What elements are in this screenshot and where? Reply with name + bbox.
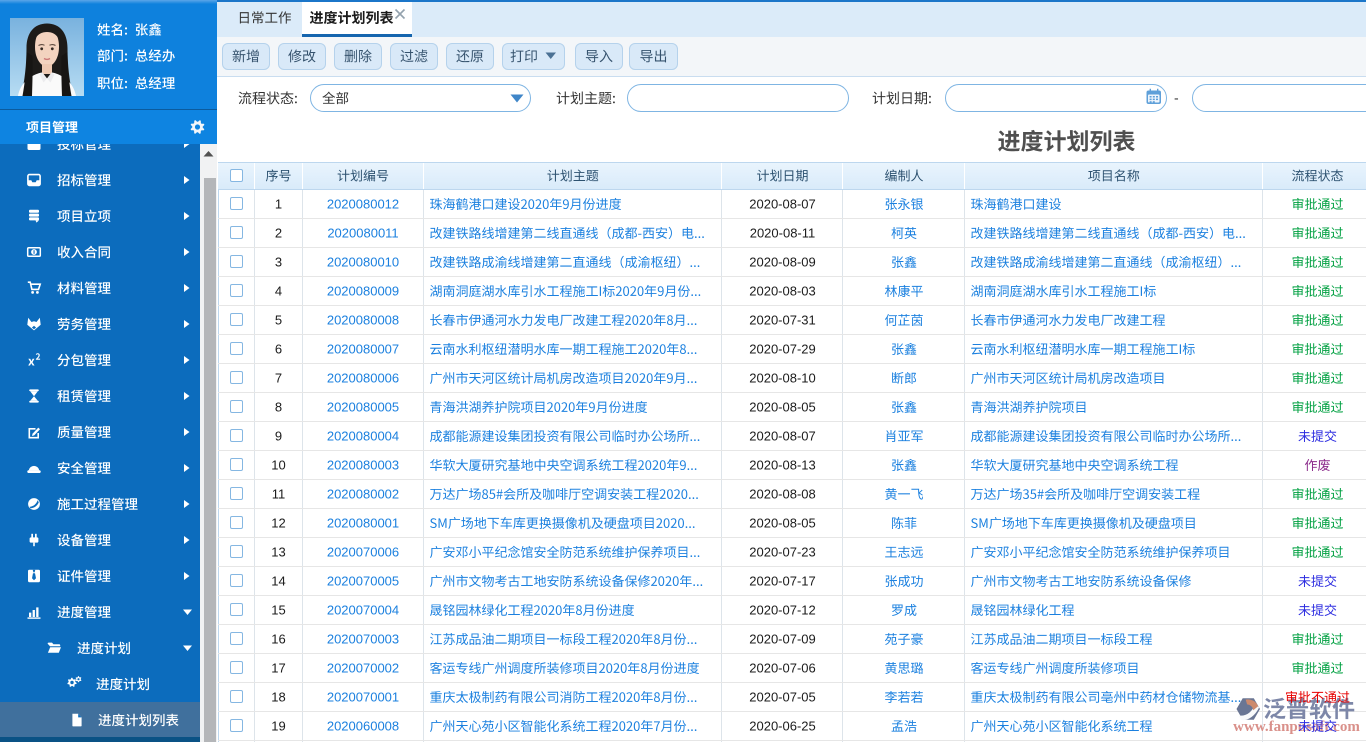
svg-text:9: 9 [275, 429, 282, 444]
svg-text:2020-08-09: 2020-08-09 [749, 255, 816, 270]
svg-text:2020-07-06: 2020-07-06 [749, 661, 816, 676]
svg-text:2020080001: 2020080001 [327, 516, 399, 531]
svg-text:2020080009: 2020080009 [327, 284, 399, 299]
svg-text:15: 15 [271, 603, 285, 618]
svg-text:2020080011: 2020080011 [327, 226, 398, 241]
svg-text:2: 2 [275, 226, 282, 241]
svg-text:5: 5 [275, 313, 282, 328]
svg-text:19: 19 [271, 719, 285, 734]
svg-text:-: - [1174, 90, 1179, 106]
svg-text:2020-07-12: 2020-07-12 [749, 603, 816, 618]
svg-text:2020070005: 2020070005 [327, 574, 399, 589]
svg-text:1: 1 [275, 197, 282, 212]
svg-text:2020-08-11: 2020-08-11 [750, 226, 816, 241]
svg-text:11: 11 [272, 487, 286, 502]
svg-text:17: 17 [271, 661, 285, 676]
svg-text:2020-07-31: 2020-07-31 [749, 313, 816, 328]
svg-text:14: 14 [271, 574, 285, 589]
svg-text:2020080012: 2020080012 [327, 197, 399, 212]
svg-text:2020-07-29: 2020-07-29 [749, 342, 816, 357]
svg-text:2020070004: 2020070004 [327, 603, 399, 618]
svg-text:2020-08-07: 2020-08-07 [749, 197, 816, 212]
svg-text:2020070006: 2020070006 [327, 545, 399, 560]
svg-text:2020080007: 2020080007 [327, 342, 399, 357]
svg-text:2020070003: 2020070003 [327, 632, 399, 647]
svg-text:16: 16 [271, 632, 285, 647]
svg-text:3: 3 [275, 255, 282, 270]
svg-text:www.fanpusoft.com: www.fanpusoft.com [1233, 719, 1360, 735]
svg-text:13: 13 [271, 545, 285, 560]
svg-text:2020080010: 2020080010 [327, 255, 399, 270]
svg-text:2020080005: 2020080005 [327, 400, 399, 415]
svg-text:2020-06-25: 2020-06-25 [749, 719, 816, 734]
svg-text:7: 7 [275, 371, 282, 386]
svg-text:2020080002: 2020080002 [327, 487, 399, 502]
svg-text:2020-08-05: 2020-08-05 [749, 516, 816, 531]
svg-text:2020080008: 2020080008 [327, 313, 399, 328]
svg-text:6: 6 [275, 342, 282, 357]
svg-text:8: 8 [275, 400, 282, 415]
svg-text:2020080006: 2020080006 [327, 371, 399, 386]
svg-text:2020-07-09: 2020-07-09 [749, 632, 816, 647]
svg-text:10: 10 [271, 458, 285, 473]
svg-text:2020070001: 2020070001 [327, 690, 399, 705]
svg-text:12: 12 [271, 516, 285, 531]
svg-text:4: 4 [275, 284, 282, 299]
svg-text:2020-08-05: 2020-08-05 [749, 400, 816, 415]
svg-text:2020080004: 2020080004 [327, 429, 399, 444]
svg-text:2020-08-13: 2020-08-13 [749, 458, 816, 473]
svg-text:2020-07-23: 2020-07-23 [749, 545, 816, 560]
svg-text:2020-08-08: 2020-08-08 [749, 487, 816, 502]
svg-text:2020-07-05: 2020-07-05 [749, 690, 816, 705]
svg-text:2020-08-03: 2020-08-03 [749, 284, 816, 299]
svg-text:2020-07-17: 2020-07-17 [749, 574, 816, 589]
svg-text:2020080003: 2020080003 [327, 458, 399, 473]
svg-text:18: 18 [271, 690, 285, 705]
svg-text:2020-08-10: 2020-08-10 [749, 371, 816, 386]
svg-text:2020-08-07: 2020-08-07 [749, 429, 816, 444]
svg-text:2020060008: 2020060008 [327, 719, 399, 734]
svg-text:2020070002: 2020070002 [327, 661, 399, 676]
